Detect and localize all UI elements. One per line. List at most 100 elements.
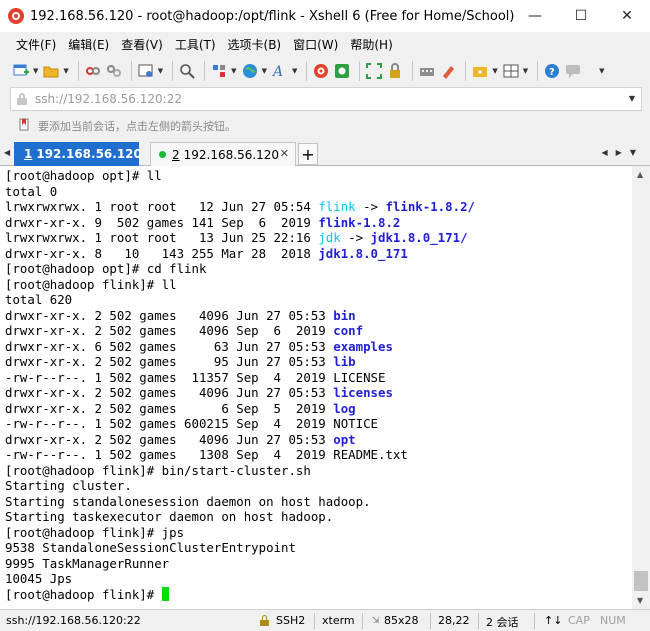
keyboard-icon[interactable] [418, 62, 436, 80]
chevron-down-icon[interactable]: ▼ [629, 94, 635, 103]
maximize-button[interactable]: ☐ [558, 0, 604, 32]
terminal-path-segment: lib [333, 354, 356, 369]
menu-edit[interactable]: 编辑(E) [62, 36, 115, 53]
terminal-path-segment: bin [333, 307, 356, 323]
toolbar-overflow-icon[interactable]: ▼ [599, 67, 604, 75]
window-title: 192.168.56.120 - root@hadoop:/opt/flink … [30, 8, 515, 24]
terminal-path-segment: jdk [318, 230, 341, 245]
terminal-text-segment: drwxr-xr-x. 6 502 games 63 Jun 27 05:53 [5, 338, 334, 354]
tab-bar: ◀ 1 192.168.56.120 2 192.168.56.120 ✕ + … [0, 142, 650, 166]
transfer-icon[interactable] [210, 62, 228, 80]
menu-window[interactable]: 窗口(W) [287, 36, 344, 53]
menu-tools[interactable]: 工具(T) [169, 36, 222, 53]
terminal-text-segment: [root@hadoop flink]# jps [5, 524, 185, 540]
scroll-up-icon[interactable]: ▲ [637, 170, 643, 179]
terminal-line: [root@hadoop opt]# cd flink [5, 261, 475, 277]
terminal-line: [root@hadoop flink]# bin/start-cluster.s… [5, 463, 475, 479]
close-tab-icon[interactable]: ✕ [280, 147, 289, 160]
terminal-text-segment: 10045 Jps [5, 571, 73, 586]
xshell-icon[interactable] [312, 62, 330, 80]
properties-icon[interactable] [137, 62, 155, 80]
highlight-icon[interactable] [439, 62, 457, 80]
minimize-button[interactable]: — [512, 0, 558, 32]
font-icon[interactable]: A [271, 62, 289, 80]
transfer-dropdown-icon[interactable]: ▼ [231, 67, 236, 75]
terminal-text-segment: lrwxrwxrwx. 1 root root 13 Jun 25 22:16 [5, 230, 319, 245]
fullscreen-icon[interactable] [365, 62, 383, 80]
new-session-dropdown-icon[interactable]: ▼ [33, 67, 38, 75]
terminal-line: [root@hadoop flink]# [5, 586, 475, 603]
globe-icon[interactable] [241, 62, 259, 80]
open-dropdown-icon[interactable]: ▼ [63, 67, 68, 75]
terminal-line: [root@hadoop flink]# ll [5, 277, 475, 293]
compose-dropdown-icon[interactable]: ▼ [492, 67, 497, 75]
layout-icon[interactable] [502, 62, 520, 80]
menu-file[interactable]: 文件(F) [10, 36, 62, 53]
compose-icon[interactable] [471, 62, 489, 80]
sessions-arrow-icon[interactable]: ↑↓ [544, 614, 562, 627]
terminal-size-icon: ⇲ [372, 616, 380, 626]
terminal-line: drwxr-xr-x. 2 502 games 4096 Jun 27 05:5… [5, 385, 475, 401]
session-hint-bar: 要添加当前会话，点击左侧的箭头按钮。 [0, 114, 650, 138]
terminal-line: drwxr-xr-x. 2 502 games 4096 Jun 27 05:5… [5, 432, 475, 448]
tab-session-2[interactable]: 2 192.168.56.120 ✕ [150, 142, 296, 166]
terminal-line: -rw-r--r--. 1 502 games 600215 Sep 4 201… [5, 416, 475, 432]
title-bar: 192.168.56.120 - root@hadoop:/opt/flink … [0, 0, 650, 32]
hint-text: 要添加当前会话，点击左侧的箭头按钮。 [38, 120, 236, 133]
menu-help[interactable]: 帮助(H) [344, 36, 398, 53]
terminal-area[interactable]: [root@hadoop opt]# ll total 0 lrwxrwxrwx. … [0, 166, 632, 609]
help-icon[interactable]: ? [543, 62, 561, 80]
globe-dropdown-icon[interactable]: ▼ [262, 67, 267, 75]
terminal-path-segment: opt [333, 431, 356, 447]
terminal-text-segment: [root@hadoop opt]# ll [5, 168, 162, 183]
connected-status-icon [159, 151, 166, 158]
open-folder-icon[interactable] [42, 62, 60, 80]
chat-icon[interactable] [564, 62, 582, 80]
terminal-line: drwxr-xr-x. 8 10 143 255 Mar 28 2018 jdk… [5, 246, 475, 262]
menu-view[interactable]: 查看(V) [115, 36, 169, 53]
terminal-text-segment: total 620 [5, 292, 73, 307]
terminal-path-segment: licenses [333, 385, 393, 400]
bookmark-arrow-icon[interactable] [18, 118, 32, 135]
terminal-text-segment: 9538 StandaloneSessionClusterEntrypoint [5, 540, 296, 555]
tab-session-1[interactable]: 1 192.168.56.120 [14, 142, 142, 166]
terminal-text-segment: -rw-r--r--. 1 502 games 11357 Sep 4 2019… [5, 369, 386, 385]
layout-dropdown-icon[interactable]: ▼ [523, 67, 528, 75]
scroll-down-icon[interactable]: ▼ [637, 596, 643, 605]
terminal-line: drwxr-xr-x. 2 502 games 95 Jun 27 05:53 … [5, 354, 475, 370]
add-tab-button[interactable]: + [298, 143, 318, 165]
reconnect-icon[interactable] [84, 62, 102, 80]
lock-screen-icon[interactable] [386, 62, 404, 80]
address-text[interactable]: ssh://192.168.56.120:22 [35, 92, 182, 106]
tab-scroll-left-icon[interactable]: ◀ [4, 148, 10, 157]
find-icon[interactable] [178, 62, 196, 80]
tab-label: 192.168.56.120 [36, 147, 142, 161]
scrollbar-thumb[interactable] [634, 571, 648, 591]
terminal-text-segment: drwxr-xr-x. 2 502 games 4096 Sep 6 2019 [5, 323, 334, 338]
close-window-button[interactable]: ✕ [604, 0, 650, 32]
status-bar: ssh://192.168.56.120:22 SSH2 xterm ⇲ 85x… [0, 609, 650, 631]
terminal-scrollbar[interactable]: ▲ ▼ [632, 166, 650, 609]
properties-dropdown-icon[interactable]: ▼ [158, 67, 163, 75]
font-dropdown-icon[interactable]: ▼ [292, 67, 297, 75]
terminal-text-segment: drwxr-xr-x. 2 502 games 6 Sep 5 2019 [5, 400, 334, 416]
terminal-text-segment: [root@hadoop opt]# cd flink [5, 261, 207, 276]
tab-navigation-icons[interactable]: ◀▶▼ [602, 148, 644, 157]
terminal-line: drwxr-xr-x. 2 502 games 4096 Sep 6 2019 … [5, 323, 475, 339]
menu-tab[interactable]: 选项卡(B) [222, 36, 288, 53]
status-host: ssh://192.168.56.120:22 [6, 614, 141, 627]
terminal-text-segment: drwxr-xr-x. 8 10 143 255 Mar 28 2018 [5, 245, 319, 261]
terminal-line: drwxr-xr-x. 6 502 games 63 Jun 27 05:53 … [5, 339, 475, 355]
terminal-line: -rw-r--r--. 1 502 games 11357 Sep 4 2019… [5, 370, 475, 386]
lock-icon [17, 93, 27, 105]
disconnect-icon[interactable] [105, 62, 123, 80]
terminal-path-segment: log [333, 400, 356, 416]
terminal-text-segment: Starting taskexecutor daemon on host had… [5, 509, 334, 524]
xftp-icon[interactable] [333, 62, 351, 80]
address-bar[interactable]: ssh://192.168.56.120:22 ▼ [10, 87, 642, 111]
terminal-text-segment: -rw-r--r--. 1 502 games 600215 Sep 4 201… [5, 416, 378, 431]
terminal-path-segment: flink-1.8.2 [318, 214, 401, 230]
new-session-icon[interactable] [12, 62, 30, 80]
terminal-line: lrwxrwxrwx. 1 root root 13 Jun 25 22:16 … [5, 230, 475, 246]
terminal-path-segment: flink [318, 199, 356, 214]
